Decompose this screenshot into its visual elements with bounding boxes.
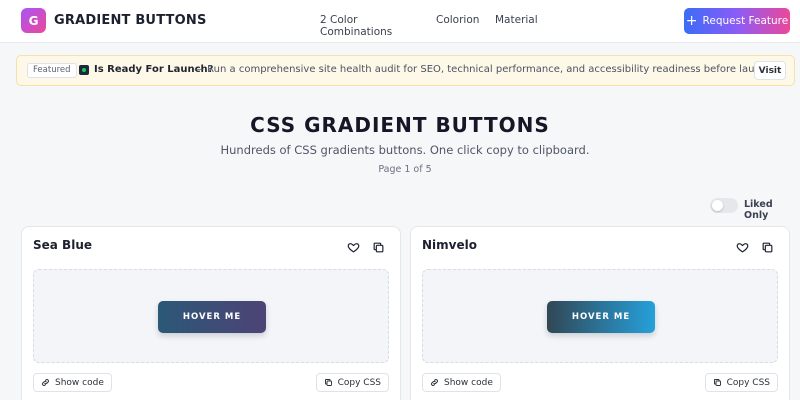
plus-icon: + <box>685 12 698 29</box>
site-title[interactable]: GRADIENT BUTTONS <box>54 13 207 28</box>
copy-css-label: Copy CSS <box>726 377 770 388</box>
page-subtitle: Hundreds of CSS gradients buttons. One c… <box>220 143 590 157</box>
gradient-preview-button[interactable]: HOVER ME <box>158 301 266 333</box>
copy-css-label: Copy CSS <box>337 377 381 388</box>
card-title: Sea Blue <box>33 238 92 252</box>
liked-only-label: Liked Only <box>744 199 773 221</box>
nav-link-material[interactable]: Material <box>495 14 555 26</box>
link-icon <box>431 379 438 386</box>
show-code-button[interactable]: Show code <box>422 373 501 392</box>
liked-only-toggle[interactable] <box>710 198 738 213</box>
show-code-label: Show code <box>444 377 493 388</box>
button-preview-area: HOVER ME <box>33 269 389 363</box>
request-feature-label: Request Feature <box>702 15 789 27</box>
copy-css-button[interactable]: Copy CSS <box>704 373 778 392</box>
site-audit-logo-icon <box>79 65 89 75</box>
nav-link-colorion[interactable]: Colorion <box>436 14 496 26</box>
banner-description: — Run a comprehensive site health audit … <box>194 64 776 75</box>
request-feature-button[interactable]: + Request Feature <box>684 8 790 34</box>
copy-icon[interactable] <box>372 241 385 254</box>
top-header: G GRADIENT BUTTONS 2 Color Combinations … <box>0 0 800 43</box>
toggle-knob <box>712 200 723 211</box>
featured-tag: Featured <box>27 63 77 78</box>
gradient-card: Nimvelo HOVER ME Show code Copy CSS <box>410 226 790 400</box>
logo-badge[interactable]: G <box>21 8 46 33</box>
button-preview-area: HOVER ME <box>422 269 778 363</box>
gradient-preview-button[interactable]: HOVER ME <box>547 301 655 333</box>
card-title: Nimvelo <box>422 238 477 252</box>
gradient-card: Sea Blue HOVER ME Show code Copy CSS <box>21 226 401 400</box>
featured-banner: Featured Is Ready For Launch? — Run a co… <box>16 55 795 86</box>
copy-icon[interactable] <box>761 241 774 254</box>
link-icon <box>42 379 49 386</box>
show-code-label: Show code <box>55 377 104 388</box>
page-title: CSS GRADIENT BUTTONS <box>250 113 550 137</box>
nav-link-2-color-combinations[interactable]: 2 Color Combinations <box>320 14 430 38</box>
page-indicator: Page 1 of 5 <box>378 164 432 175</box>
copy-css-button[interactable]: Copy CSS <box>315 373 389 392</box>
heart-icon[interactable] <box>347 241 360 254</box>
heart-icon[interactable] <box>736 241 749 254</box>
show-code-button[interactable]: Show code <box>33 373 112 392</box>
visit-button[interactable]: Visit <box>754 61 786 80</box>
copy-icon <box>713 379 721 386</box>
copy-icon <box>324 379 332 386</box>
